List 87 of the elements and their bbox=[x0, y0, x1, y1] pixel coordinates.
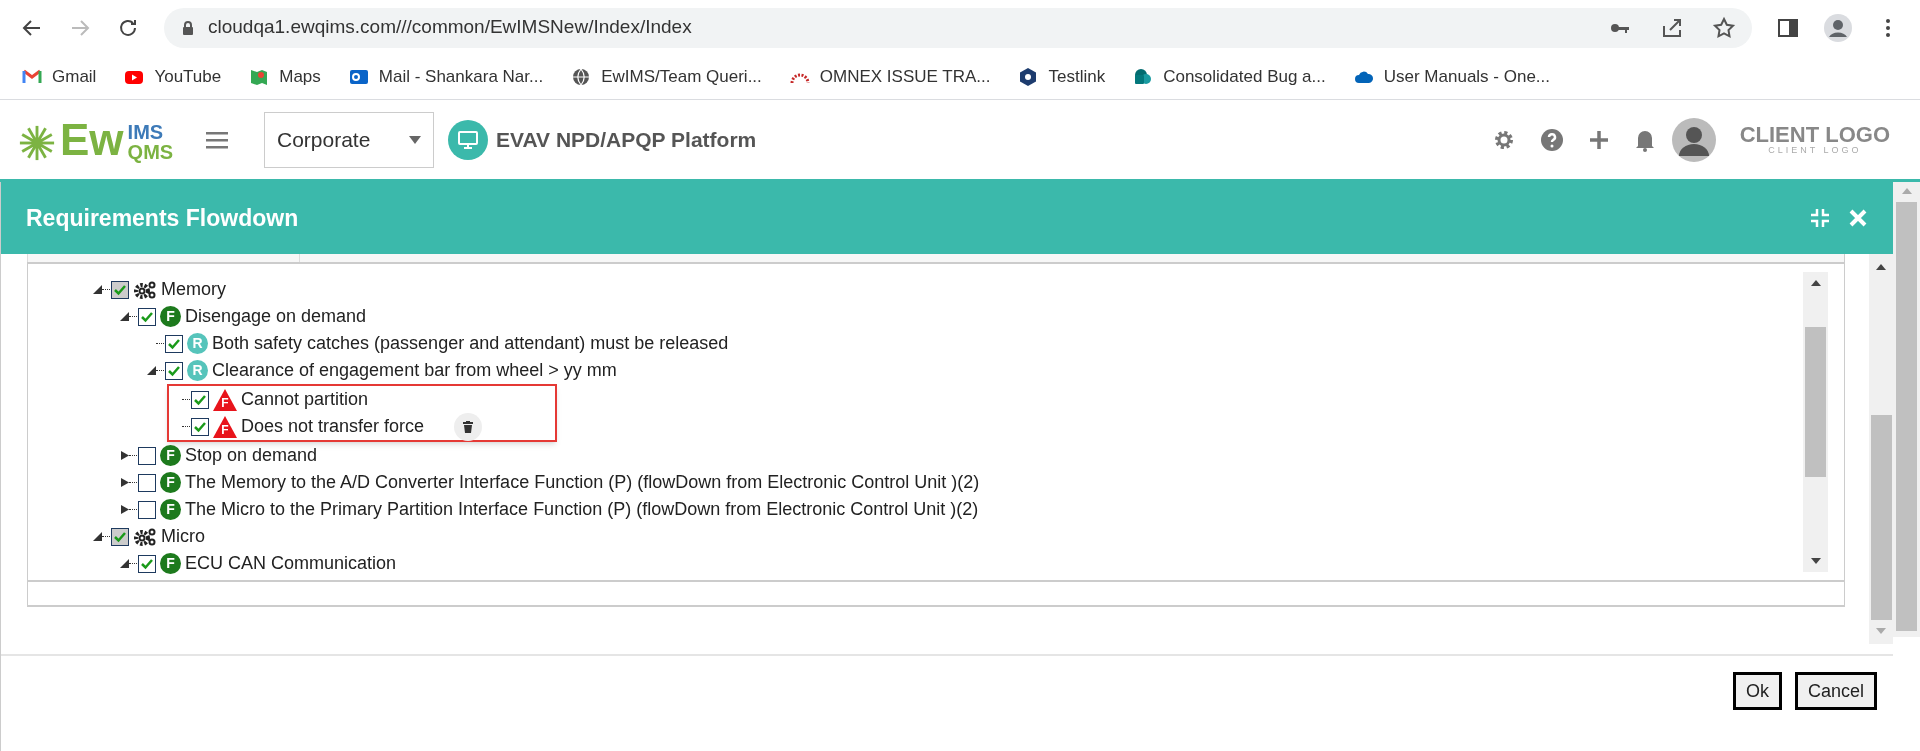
checkbox[interactable] bbox=[138, 554, 156, 573]
url-text: cloudqa1.ewqims.com///common/EwIMSNew/Index/Index bbox=[208, 15, 693, 40]
scroll-up-icon[interactable] bbox=[1810, 280, 1821, 286]
lock-icon bbox=[180, 19, 196, 36]
requirement-badge: R bbox=[187, 333, 208, 354]
delete-button[interactable] bbox=[454, 412, 483, 441]
scrollbar-thumb[interactable] bbox=[1805, 327, 1826, 477]
help-icon[interactable] bbox=[1539, 127, 1564, 152]
client-logo-caption: CLIENT LOGO bbox=[1768, 146, 1862, 155]
scroll-down-icon[interactable] bbox=[1810, 558, 1821, 564]
tree-node-label[interactable]: ECU CAN Communication bbox=[185, 550, 397, 577]
bookmark-icon bbox=[348, 67, 369, 87]
checkbox[interactable] bbox=[138, 473, 156, 492]
tree-node-label[interactable]: Micro bbox=[161, 523, 205, 550]
bookmark-link[interactable]: Consolidated Bug a... bbox=[1163, 64, 1326, 90]
tree-node-label[interactable]: Memory bbox=[161, 276, 226, 303]
scrollbar[interactable] bbox=[1893, 182, 1920, 637]
bookmark-link[interactable]: OMNEX ISSUE TRA... bbox=[819, 64, 991, 90]
checkbox[interactable] bbox=[111, 280, 129, 299]
checkbox[interactable] bbox=[191, 390, 209, 409]
collapsed-arrow-icon[interactable] bbox=[120, 451, 129, 460]
bookmark-icon bbox=[571, 67, 592, 87]
monitor-icon bbox=[448, 119, 488, 160]
collapsed-arrow-icon[interactable] bbox=[120, 478, 129, 487]
bookmark-link[interactable]: Mail - Shankara Nar... bbox=[378, 64, 544, 90]
function-badge: F bbox=[160, 445, 181, 466]
badge-letter: F bbox=[221, 422, 229, 438]
scrollbar-thumb[interactable] bbox=[1896, 202, 1917, 631]
address-bar[interactable]: cloudqa1.ewqims.com///common/EwIMSNew/Index/Index bbox=[164, 7, 1752, 48]
tree-node-label[interactable]: Both safety catches (passenger and attendant) must be released bbox=[212, 330, 729, 357]
checkbox[interactable] bbox=[138, 446, 156, 465]
scroll-up-icon[interactable] bbox=[1876, 264, 1886, 270]
bookmark-link[interactable]: YouTube bbox=[154, 64, 222, 90]
function-badge: F bbox=[160, 306, 181, 327]
bookmark-icon bbox=[1133, 67, 1154, 87]
bookmark-icon bbox=[1018, 67, 1039, 87]
tree-node-label[interactable]: Clearance of engagement bar from wheel > yy mm bbox=[212, 357, 617, 384]
checkbox[interactable] bbox=[191, 417, 209, 436]
dialog-button[interactable]: Cancel bbox=[1794, 672, 1877, 710]
site-dropdown[interactable]: Corporate bbox=[264, 111, 434, 168]
expanded-arrow-icon[interactable] bbox=[147, 366, 156, 375]
checkbox[interactable] bbox=[138, 307, 156, 326]
function-badge: F bbox=[160, 499, 181, 520]
warning-triangle-icon bbox=[213, 388, 237, 411]
checkbox[interactable] bbox=[111, 527, 129, 546]
bookmark-link[interactable]: Testlink bbox=[1048, 64, 1106, 90]
bookmark-link[interactable]: Gmail bbox=[52, 64, 97, 90]
profile-icon[interactable] bbox=[1824, 13, 1852, 42]
tree-node-label[interactable]: Cannot partition bbox=[241, 386, 369, 413]
client-logo: CLIENT LOGO bbox=[1739, 124, 1890, 146]
expanded-arrow-icon[interactable] bbox=[120, 312, 129, 321]
function-badge: F bbox=[160, 553, 181, 574]
function-badge: F bbox=[160, 472, 181, 493]
scrollbar[interactable] bbox=[1803, 272, 1828, 572]
expanded-arrow-icon[interactable] bbox=[93, 285, 102, 294]
platform-title: EVAV NPD/APQP Platform bbox=[496, 126, 757, 153]
scrollbar-thumb[interactable] bbox=[1870, 415, 1892, 620]
collapsed-arrow-icon[interactable] bbox=[120, 505, 129, 514]
bookmark-link[interactable]: User Manuals - One... bbox=[1383, 64, 1550, 90]
checkbox[interactable] bbox=[165, 361, 183, 380]
tree-node-label[interactable]: Does not transfer force bbox=[241, 413, 425, 440]
requirement-badge: R bbox=[187, 360, 208, 381]
gears-icon bbox=[133, 279, 157, 300]
dialog-button[interactable]: Ok bbox=[1732, 672, 1782, 710]
sunburst-icon bbox=[18, 123, 56, 162]
scrollbar[interactable] bbox=[1869, 254, 1893, 644]
tree-node-label[interactable]: The Micro to the Primary Partition Interface Function (P) (flowDown from Electronic Control Unit )(2) bbox=[185, 496, 979, 523]
tree-node-label[interactable]: The Memory to the A/D Converter Interface Function (P) (flowDown from Electronic Control Unit )(2) bbox=[185, 469, 980, 496]
avatar-icon[interactable] bbox=[1671, 117, 1716, 162]
gears-icon bbox=[133, 526, 157, 547]
badge-letter: F bbox=[221, 395, 229, 411]
warning-triangle-icon bbox=[213, 415, 237, 438]
expanded-arrow-icon[interactable] bbox=[93, 532, 102, 541]
caret-icon bbox=[409, 135, 421, 144]
dialog-title: Requirements Flowdown bbox=[26, 203, 299, 233]
trash-icon bbox=[463, 420, 474, 433]
star-icon[interactable] bbox=[1712, 15, 1736, 40]
tree-node-label[interactable]: Stop on demand bbox=[185, 442, 318, 469]
expanded-arrow-icon[interactable] bbox=[120, 559, 129, 568]
bookmark-icon bbox=[249, 67, 270, 87]
menu-icon[interactable] bbox=[206, 129, 228, 150]
tree-node-label[interactable]: Disengage on demand bbox=[185, 303, 367, 330]
checkbox[interactable] bbox=[165, 334, 183, 353]
bookmark-link[interactable]: Maps bbox=[279, 64, 321, 90]
checkbox[interactable] bbox=[138, 500, 156, 519]
bookmark-link[interactable]: EwIMS/Team Queri... bbox=[601, 64, 762, 90]
add-icon[interactable] bbox=[1587, 128, 1610, 151]
